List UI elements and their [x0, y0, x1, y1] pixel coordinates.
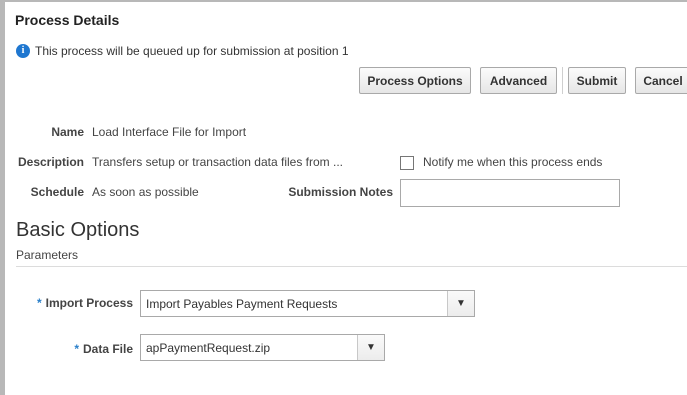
basic-options-heading: Basic Options: [16, 219, 140, 241]
import-process-label-text: Import Process: [45, 296, 133, 310]
advanced-button[interactable]: Advanced: [480, 67, 557, 94]
notify-checkbox[interactable]: [400, 156, 414, 170]
submission-notes-input[interactable]: [400, 179, 620, 207]
data-file-value: apPaymentRequest.zip: [146, 340, 271, 355]
name-value: Load Interface File for Import: [92, 125, 247, 139]
description-label: Description: [17, 155, 84, 169]
import-process-label: * Import Process: [5, 296, 133, 310]
import-process-value: Import Payables Payment Requests: [146, 296, 338, 311]
notify-label: Notify me when this process ends: [423, 155, 603, 169]
required-marker: *: [74, 342, 79, 356]
dialog-title: Process Details: [15, 12, 120, 28]
data-file-label: * Data File: [5, 342, 133, 356]
data-file-select[interactable]: apPaymentRequest.zip ▼: [140, 334, 385, 361]
submit-button[interactable]: Submit: [568, 67, 626, 94]
submission-notes-label: Submission Notes: [288, 185, 393, 199]
info-message: i This process will be queued up for sub…: [16, 44, 349, 58]
data-file-label-text: Data File: [82, 342, 133, 356]
info-icon: i: [16, 44, 30, 58]
process-options-button[interactable]: Process Options: [359, 67, 471, 94]
name-label: Name: [51, 125, 84, 139]
schedule-value: As soon as possible: [92, 185, 199, 199]
chevron-down-icon[interactable]: ▼: [357, 335, 384, 360]
chevron-down-icon[interactable]: ▼: [447, 291, 474, 316]
required-marker: *: [36, 296, 42, 310]
parameters-subheading: Parameters: [16, 248, 79, 262]
description-value: Transfers setup or transaction data file…: [92, 155, 343, 169]
info-message-text: This process will be queued up for submi…: [35, 44, 349, 58]
toolbar-separator: [562, 67, 563, 94]
schedule-label: Schedule: [30, 185, 84, 199]
section-divider: [16, 266, 687, 267]
cancel-button[interactable]: Cancel: [635, 67, 687, 94]
process-details-dialog: Process Details i This process will be q…: [5, 2, 687, 395]
import-process-select[interactable]: Import Payables Payment Requests ▼: [140, 290, 475, 317]
